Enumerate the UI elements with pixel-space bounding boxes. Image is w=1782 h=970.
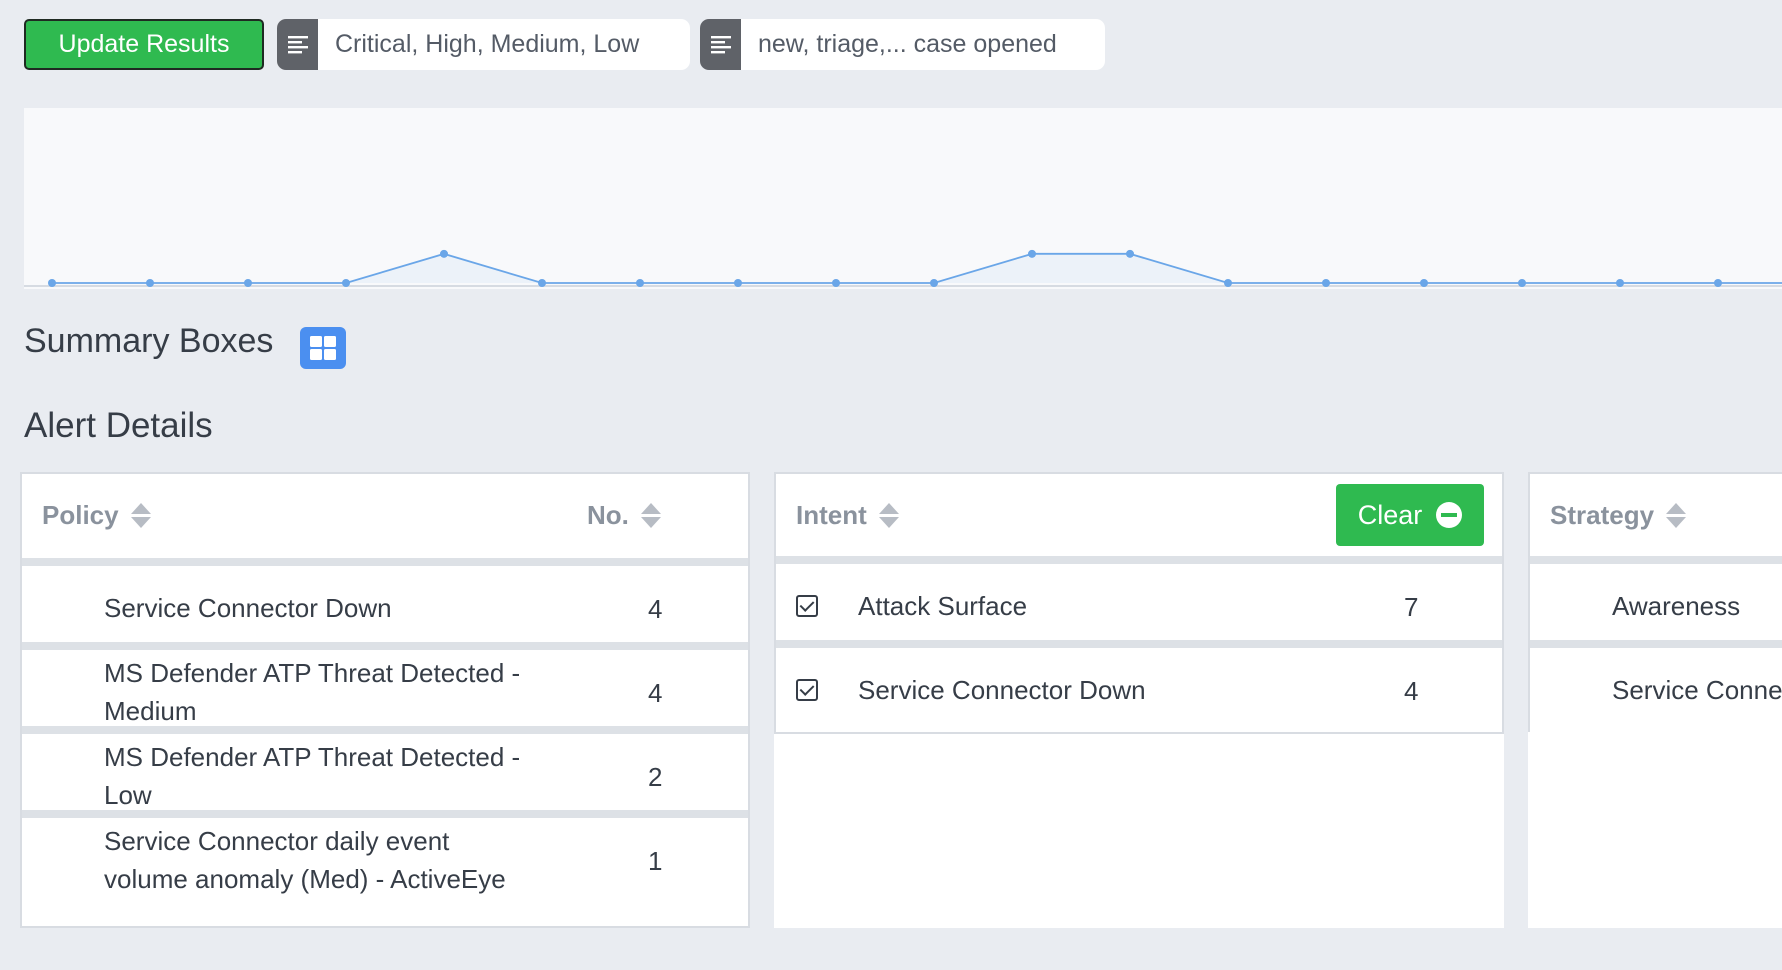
data-point[interactable] <box>538 279 546 287</box>
policy-column-header[interactable]: Policy <box>42 500 151 531</box>
policy-count: 4 <box>648 594 663 624</box>
data-point[interactable] <box>146 279 154 287</box>
list-icon <box>700 19 741 70</box>
data-point[interactable] <box>48 279 56 287</box>
intent-count: 7 <box>1404 592 1419 622</box>
data-point[interactable] <box>1420 279 1428 287</box>
data-point[interactable] <box>1518 279 1526 287</box>
data-point[interactable] <box>734 279 742 287</box>
data-point[interactable] <box>1126 249 1134 258</box>
policy-count: 4 <box>648 678 663 708</box>
clear-button[interactable]: Clear <box>1336 484 1484 546</box>
data-point[interactable] <box>440 249 448 258</box>
policy-name: Service Connector daily event volume anom… <box>104 826 506 894</box>
table-row[interactable]: Awareness <box>1530 564 1782 648</box>
series-line <box>52 252 1782 284</box>
summary-boxes-title: Summary Boxes <box>24 322 274 360</box>
intent-header: Intent Clear <box>774 472 1504 556</box>
checkbox-checked-icon[interactable] <box>796 595 818 617</box>
intent-count: 4 <box>1404 676 1419 706</box>
sort-icon[interactable] <box>1666 503 1687 528</box>
table-row[interactable]: Service Connector Down 4 <box>776 648 1502 732</box>
policy-panel: Policy No. Service Connector Down 4 MS D… <box>20 472 750 928</box>
sort-icon[interactable] <box>878 503 899 528</box>
strategy-panel: Strategy Awareness Service Conne <box>1528 472 1782 928</box>
data-point[interactable] <box>244 279 252 287</box>
policy-name: Service Connector Down <box>104 593 392 623</box>
table-row[interactable]: MS Defender ATP Threat Detected - Medium … <box>22 650 748 734</box>
alert-details-title: Alert Details <box>24 406 213 445</box>
data-point[interactable] <box>930 279 938 287</box>
grid-icon[interactable] <box>300 327 346 369</box>
table-row[interactable]: Service Conne <box>1530 648 1782 732</box>
policy-count: 2 <box>648 762 663 792</box>
policy-column-label: Policy <box>42 500 119 530</box>
count-column-label: No. <box>587 500 629 530</box>
policy-count: 1 <box>648 846 663 876</box>
sort-icon[interactable] <box>130 503 151 528</box>
minus-circle-icon <box>1436 502 1463 528</box>
data-point[interactable] <box>832 279 840 287</box>
strategy-column-label: Strategy <box>1550 500 1655 530</box>
intent-name: Attack Surface <box>858 591 1028 621</box>
intent-panel: Intent Clear Attack Surface 7 Service Co… <box>774 472 1504 928</box>
count-column-header[interactable]: No. <box>587 500 661 531</box>
data-point[interactable] <box>1616 279 1624 287</box>
table-row[interactable]: Service Connector Down 4 <box>22 566 748 650</box>
strategy-name: Awareness <box>1612 591 1741 621</box>
strategy-header: Strategy <box>1528 472 1782 556</box>
data-point[interactable] <box>1224 279 1232 287</box>
data-point[interactable] <box>342 279 350 287</box>
data-point[interactable] <box>1322 279 1330 287</box>
sort-icon[interactable] <box>640 503 661 528</box>
clear-label: Clear <box>1357 499 1423 530</box>
data-point[interactable] <box>1714 279 1722 287</box>
intent-name: Service Connector Down <box>858 675 1146 705</box>
status-filter[interactable]: new, triage,... case opened <box>700 19 1105 70</box>
series-area <box>52 253 1782 283</box>
severity-filter[interactable]: Critical, High, Medium, Low <box>277 19 690 70</box>
table-row[interactable]: MS Defender ATP Threat Detected - Low 2 <box>22 734 748 818</box>
policy-name: MS Defender ATP Threat Detected - Medium <box>104 658 521 726</box>
alerts-trend-chart <box>24 108 1782 289</box>
trend-chart-svg <box>24 249 1782 287</box>
table-row[interactable]: Attack Surface 7 <box>776 564 1502 648</box>
strategy-name: Service Conne <box>1612 675 1782 705</box>
intent-column-header[interactable]: Intent <box>796 500 899 531</box>
strategy-column-header[interactable]: Strategy <box>1550 500 1687 531</box>
status-filter-text: new, triage,... case opened <box>758 30 1057 58</box>
data-point[interactable] <box>636 279 644 287</box>
update-results-button[interactable]: Update Results <box>24 19 264 70</box>
policy-name: MS Defender ATP Threat Detected - Low <box>104 742 521 810</box>
checkbox-checked-icon[interactable] <box>796 679 818 701</box>
intent-column-label: Intent <box>796 500 867 530</box>
data-point[interactable] <box>1028 249 1036 258</box>
severity-filter-text: Critical, High, Medium, Low <box>335 30 640 58</box>
policy-header: Policy No. <box>22 474 748 558</box>
list-icon <box>277 19 318 70</box>
table-row[interactable]: Service Connector daily event volume anom… <box>22 818 748 902</box>
